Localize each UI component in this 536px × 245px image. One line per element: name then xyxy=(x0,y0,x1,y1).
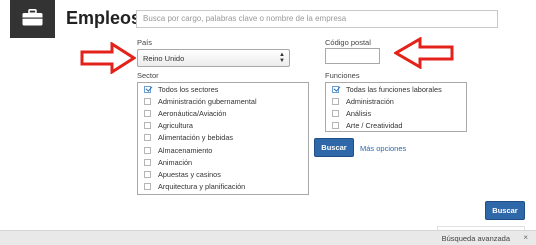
checkbox-icon[interactable] xyxy=(144,158,151,166)
buscar-button[interactable]: Buscar xyxy=(314,138,354,157)
funcion-option-label: Análisis xyxy=(346,108,372,118)
sector-label: Sector xyxy=(137,71,159,80)
annotation-arrow-left-icon xyxy=(394,37,454,69)
sector-option[interactable]: Animación xyxy=(138,156,308,168)
sector-option-label: Agricultura xyxy=(158,121,193,131)
select-arrows-icon: ▲ ▼ xyxy=(279,52,285,64)
pais-select[interactable]: Reino Unido ▲ ▼ xyxy=(137,49,290,67)
sector-option-label: Arquitectura y planificación xyxy=(158,182,246,192)
checkbox-icon[interactable] xyxy=(144,109,151,117)
annotation-arrow-right-icon xyxy=(80,42,136,74)
checkbox-icon[interactable] xyxy=(144,170,151,178)
sector-option[interactable]: Almacenamiento xyxy=(138,144,308,156)
funcion-option-label: Todas las funciones laborales xyxy=(346,84,442,94)
briefcase-icon-box xyxy=(10,0,55,38)
funcion-option[interactable]: Análisis xyxy=(326,107,466,119)
sector-option-label: Aeronáutica/Aviación xyxy=(158,108,227,118)
advanced-search-bar: Búsqueda avanzada × xyxy=(0,230,536,245)
checkbox-icon[interactable] xyxy=(144,146,151,154)
funciones-label: Funciones xyxy=(325,71,360,80)
sector-option[interactable]: Todos los sectores xyxy=(138,83,308,95)
buscar-bottom-button[interactable]: Buscar xyxy=(485,201,525,220)
checkbox-checked-icon[interactable] xyxy=(144,85,151,93)
sector-option-label: Apuestas y casinos xyxy=(158,169,221,179)
sector-option-label: Animación xyxy=(158,157,193,167)
funciones-list[interactable]: Todas las funciones laborales Administra… xyxy=(325,82,467,132)
checkbox-icon[interactable] xyxy=(144,97,151,105)
pais-label: País xyxy=(137,38,153,47)
checkbox-icon[interactable] xyxy=(332,122,339,130)
funcion-option[interactable]: Administración xyxy=(326,95,466,107)
sector-option-label: Todos los sectores xyxy=(158,84,219,94)
sector-list[interactable]: Todos los sectores Administración gubern… xyxy=(137,82,309,195)
sector-option[interactable]: Agricultura xyxy=(138,120,308,132)
mas-opciones-link[interactable]: Más opciones xyxy=(360,144,406,153)
sector-option[interactable]: Aeronáutica/Aviación xyxy=(138,107,308,119)
funcion-option[interactable]: Arte / Creatividad xyxy=(326,120,466,132)
funcion-option[interactable]: Todas las funciones laborales xyxy=(326,83,466,95)
pais-select-value: Reino Unido xyxy=(143,54,185,63)
sector-option[interactable]: Administración gubernamental xyxy=(138,95,308,107)
sector-option[interactable]: Apuestas y casinos xyxy=(138,168,308,180)
funcion-option-label: Administración xyxy=(346,96,394,106)
checkbox-icon[interactable] xyxy=(332,97,339,105)
sector-option-label: Almacenamiento xyxy=(158,145,213,155)
sector-option[interactable]: Alimentación y bebidas xyxy=(138,132,308,144)
checkbox-icon[interactable] xyxy=(144,122,151,130)
page-title: Empleos xyxy=(66,8,142,28)
checkbox-icon[interactable] xyxy=(144,183,151,191)
checkbox-icon[interactable] xyxy=(144,134,151,142)
advanced-search-link[interactable]: Búsqueda avanzada xyxy=(442,234,510,243)
briefcase-icon xyxy=(22,9,43,26)
search-input[interactable]: Busca por cargo, palabras clave o nombre… xyxy=(136,10,498,28)
close-icon[interactable]: × xyxy=(523,233,528,242)
codigo-postal-label: Código postal xyxy=(325,38,371,47)
sector-option-label: Administración gubernamental xyxy=(158,96,257,106)
sector-option-label: Alimentación y bebidas xyxy=(158,133,234,143)
sector-option[interactable]: Arquitectura y planificación xyxy=(138,181,308,193)
codigo-postal-input[interactable] xyxy=(325,48,380,64)
checkbox-checked-icon[interactable] xyxy=(332,85,339,93)
funcion-option-label: Arte / Creatividad xyxy=(346,121,403,131)
checkbox-icon[interactable] xyxy=(332,109,339,117)
